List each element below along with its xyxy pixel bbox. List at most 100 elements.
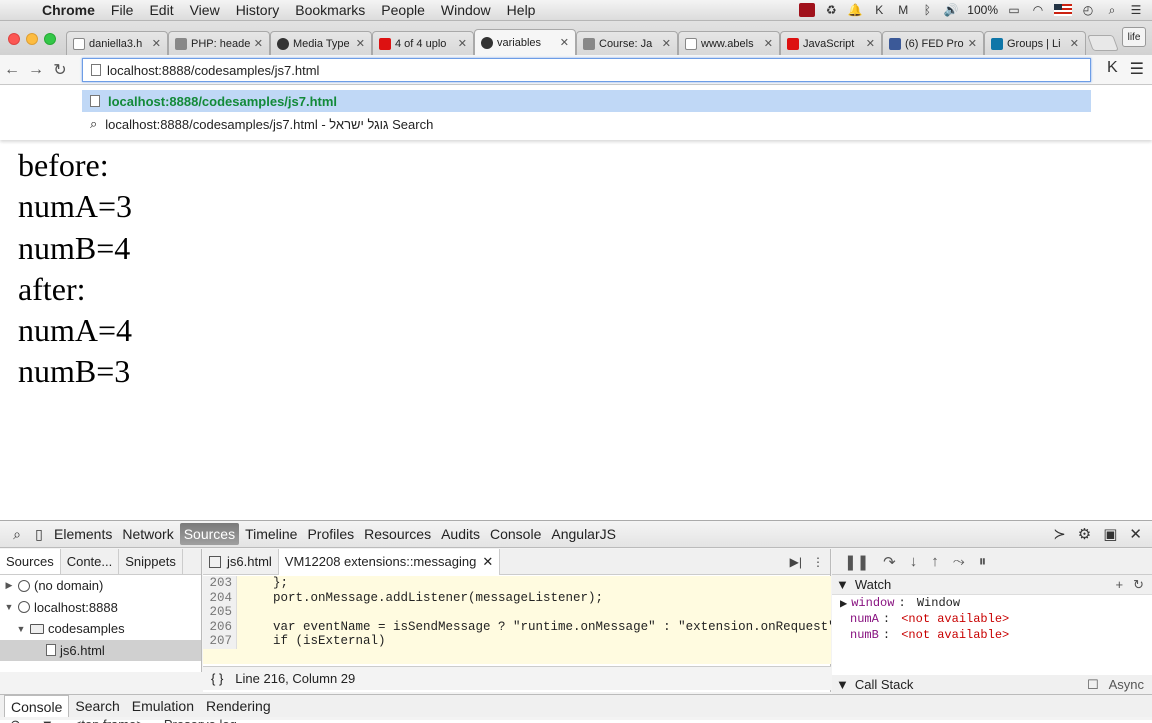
tree-item[interactable]: ▼ localhost:8888 [0,597,201,619]
line-number[interactable]: 204 [203,591,237,606]
watch-row[interactable]: numB: <not available> [840,627,1152,643]
triangle-right-icon[interactable]: ▶ [840,596,847,611]
watch-row[interactable]: numA: <not available> [840,611,1152,627]
gear-icon[interactable]: ⚙ [1078,525,1091,543]
pause-on-exceptions-icon[interactable]: ⏸ [979,553,987,570]
inspect-search-icon[interactable]: ⌕ [6,526,28,543]
close-tab-icon[interactable]: ✕ [254,37,263,50]
line-number[interactable]: 205 [203,605,237,620]
battery-icon[interactable]: ▭ [1006,3,1022,17]
dock-icon[interactable]: ▣ [1103,525,1117,543]
notification-center-icon[interactable]: ☰ [1128,3,1144,17]
close-tab-icon[interactable]: ✕ [560,36,569,49]
tab-elements[interactable]: Elements [50,523,116,545]
volume-icon[interactable]: 🔊 [943,3,959,17]
tab-audits[interactable]: Audits [437,523,484,545]
tab-profiles[interactable]: Profiles [303,523,358,545]
close-tab-icon[interactable]: ✕ [152,37,161,50]
wifi-icon[interactable]: ◠ [1030,3,1046,17]
clock-icon[interactable]: ◴ [1080,3,1096,17]
bell-icon[interactable]: 🔔 [847,3,863,17]
more-tabs-icon[interactable]: ⋮ [812,555,824,569]
triangle-right-icon[interactable]: ▶ [4,580,14,591]
profile-button[interactable]: life [1122,27,1146,47]
nav-tab-sources[interactable]: Sources [0,549,61,574]
drawer-tab-emulation[interactable]: Emulation [126,695,200,717]
toggle-debugger-icon[interactable]: ▶| [790,555,802,569]
close-tab-icon[interactable]: ✕ [356,37,365,50]
editor-tab[interactable]: js6.html [203,549,279,575]
close-icon[interactable]: ✕ [1129,525,1142,543]
menu-edit[interactable]: Edit [141,2,181,18]
device-mode-icon[interactable]: ▯ [28,526,50,543]
toggle-navigator-icon[interactable] [209,556,221,568]
address-bar-url[interactable]: localhost:8888/codesamples/js7.html [107,63,319,78]
menu-help[interactable]: Help [499,2,544,18]
watch-header[interactable]: ▼ Watch + ↻ [832,575,1152,595]
clear-console-icon[interactable]: ⊘ [10,717,21,723]
browser-tab-active[interactable]: variables✕ [474,29,576,55]
suggestion-item[interactable]: ⌕ localhost:8888/codesamples/js7.html - … [82,113,1091,135]
spotlight-search-icon[interactable]: ⌕ [1104,3,1120,17]
nav-tab-content-scripts[interactable]: Conte... [61,549,120,574]
close-tab-icon[interactable]: ✕ [1070,37,1079,50]
deactivate-breakpoints-icon[interactable]: ⤳ [953,553,965,570]
browser-tab[interactable]: www.abels✕ [678,31,780,55]
tab-timeline[interactable]: Timeline [241,523,301,545]
menu-app-name[interactable]: Chrome [34,2,103,18]
code-area[interactable]: 203 }; 204 port.onMessage.addListener(me… [203,576,831,664]
close-tab-icon[interactable]: ✕ [764,37,773,50]
minimize-window-button[interactable] [26,33,38,45]
close-window-button[interactable] [8,33,20,45]
new-tab-button[interactable] [1087,35,1119,51]
forward-arrow-icon[interactable]: → [24,61,48,79]
close-tab-icon[interactable]: ✕ [968,37,977,50]
console-drawer-icon[interactable]: ≻ [1053,525,1066,543]
back-arrow-icon[interactable]: ← [0,61,24,79]
line-number[interactable]: 206 [203,620,237,635]
tab-sources[interactable]: Sources [180,523,239,545]
browser-tab[interactable]: (6) FED Pro✕ [882,31,984,55]
menu-view[interactable]: View [182,2,228,18]
menu-file[interactable]: File [103,2,142,18]
address-bar[interactable]: localhost:8888/codesamples/js7.html [82,58,1091,82]
preserve-log-label[interactable]: Preserve log [164,717,237,723]
editor-tab-active[interactable]: VM12208 extensions::messaging ✕ [279,549,500,575]
menu-window[interactable]: Window [433,2,499,18]
tab-network[interactable]: Network [118,523,177,545]
step-out-icon[interactable]: ↑ [931,553,939,570]
refresh-icon[interactable]: ↻ [1133,577,1144,593]
browser-tab[interactable]: 4 of 4 uplo✕ [372,31,474,55]
gmail-tray-icon[interactable]: M [895,3,911,17]
k-extension-icon[interactable]: K [1107,59,1118,79]
line-number[interactable]: 207 [203,634,237,649]
browser-tab[interactable]: JavaScript✕ [780,31,882,55]
tree-item[interactable]: ▼ codesamples [0,618,201,640]
close-icon[interactable]: ✕ [482,554,493,570]
close-tab-icon[interactable]: ✕ [866,37,875,50]
watch-row[interactable]: ▶window: Window [840,595,1152,611]
chrome-menu-icon[interactable]: ☰ [1130,59,1144,79]
context-selector[interactable]: <top frame> [74,717,144,723]
suggestion-item-selected[interactable]: localhost:8888/codesamples/js7.html [82,90,1091,112]
tab-console[interactable]: Console [486,523,545,545]
menu-history[interactable]: History [228,2,288,18]
triangle-down-icon[interactable]: ▼ [836,577,849,592]
pause-icon[interactable]: ❚❚ [844,553,869,571]
browser-tab[interactable]: daniella3.h✕ [66,31,168,55]
line-number[interactable]: 203 [203,576,237,591]
app-tray-icon[interactable] [799,3,815,17]
drawer-tab-rendering[interactable]: Rendering [200,695,277,717]
drawer-tab-search[interactable]: Search [69,695,125,717]
filter-icon[interactable]: ▼ [41,717,54,723]
browser-tab[interactable]: PHP: heade✕ [168,31,270,55]
browser-tab[interactable]: Media Type✕ [270,31,372,55]
step-over-icon[interactable]: ↷ [883,553,896,571]
tab-angularjs[interactable]: AngularJS [547,523,620,545]
zoom-window-button[interactable] [44,33,56,45]
input-source-flag-icon[interactable] [1054,4,1072,16]
browser-tab[interactable]: Groups | Li✕ [984,31,1086,55]
tree-item[interactable]: ▶ (no domain) [0,575,201,597]
step-into-icon[interactable]: ↓ [910,553,918,570]
menu-people[interactable]: People [373,2,433,18]
